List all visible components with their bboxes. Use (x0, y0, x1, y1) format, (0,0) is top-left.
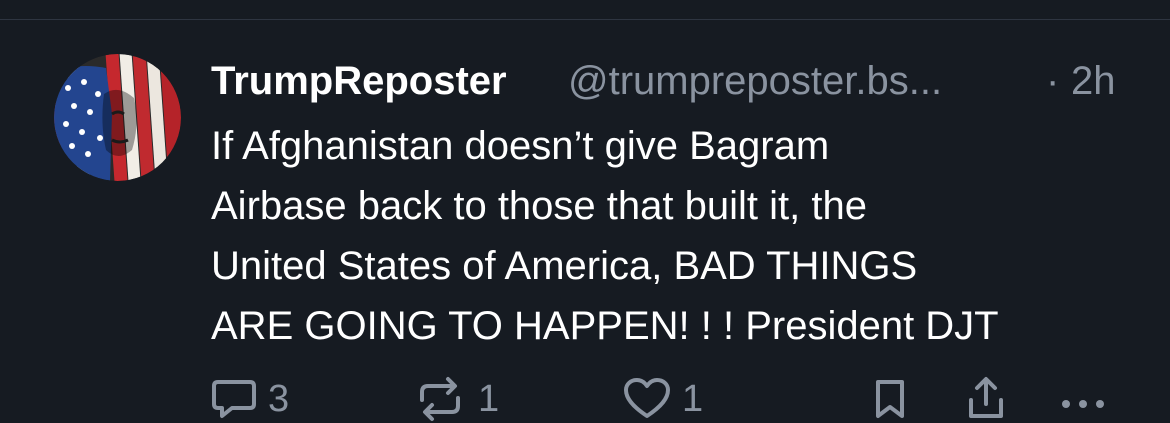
american-flag-portrait-avatar-icon (54, 54, 181, 181)
repost-count: 1 (478, 378, 500, 420)
reply-bubble-icon (212, 380, 256, 418)
reply-count: 3 (268, 378, 290, 420)
share-icon (969, 377, 1003, 418)
repost-icon (420, 377, 460, 421)
reply-button[interactable]: 3 (210, 374, 289, 423)
post-text: If Afghanistan doesn’t give Bagram Airba… (211, 124, 999, 348)
post-actions: 3 1 1 (0, 374, 1170, 423)
post-header: TrumpReposter @trumpreposter.bs... · 2h (211, 54, 1141, 108)
more-horizontal-icon (1062, 400, 1104, 408)
author-display-name[interactable]: TrumpReposter (211, 54, 507, 108)
repost-button[interactable]: 1 (412, 374, 499, 423)
post[interactable]: TrumpReposter @trumpreposter.bs... · 2h … (0, 20, 1170, 423)
post-timestamp[interactable]: 2h (1071, 54, 1116, 108)
author-avatar[interactable] (54, 54, 181, 181)
share-button[interactable] (965, 374, 1007, 423)
more-options-button[interactable] (1058, 374, 1108, 423)
heart-icon (624, 378, 670, 418)
header-separator: · (1046, 59, 1060, 103)
bookmark-button[interactable] (872, 374, 908, 423)
like-button[interactable]: 1 (622, 374, 703, 423)
bookmark-icon (876, 380, 904, 418)
like-count: 1 (682, 378, 704, 420)
author-handle[interactable]: @trumpreposter.bs... (568, 54, 942, 108)
